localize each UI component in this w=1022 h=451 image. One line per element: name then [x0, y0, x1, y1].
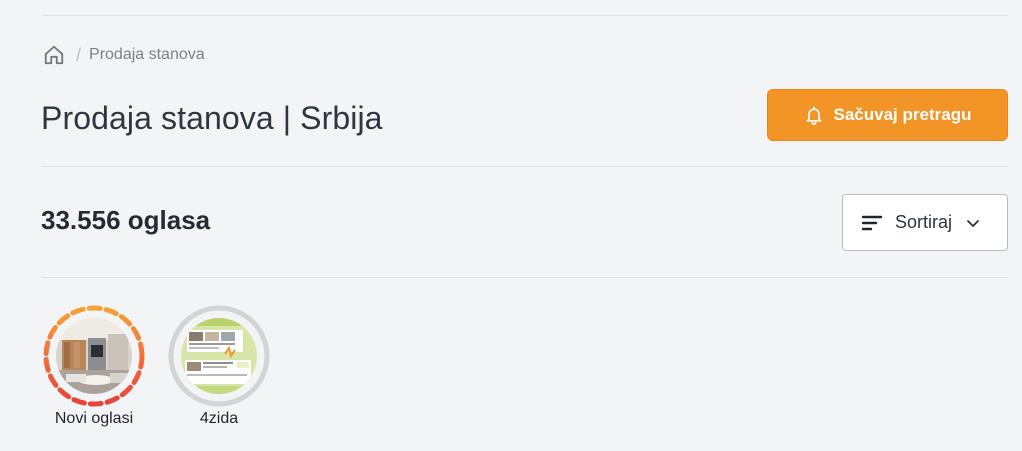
- divider-top: [42, 15, 1008, 16]
- breadcrumb: / Prodaja stanova: [42, 43, 205, 67]
- breadcrumb-separator: /: [76, 44, 82, 65]
- story-4zida[interactable]: 4zida: [167, 304, 271, 428]
- sort-lines-icon: [861, 214, 883, 232]
- page: / Prodaja stanova Prodaja stanova | Srbi…: [0, 0, 1022, 451]
- breadcrumb-current: Prodaja stanova: [89, 46, 205, 63]
- save-search-button[interactable]: Sačuvaj pretragu: [767, 89, 1008, 141]
- chevron-down-icon: [966, 218, 980, 228]
- story-label: Novi oglasi: [54, 410, 134, 427]
- story-novi-oglasi[interactable]: Novi oglasi: [42, 304, 146, 428]
- bell-icon: [804, 104, 824, 126]
- divider-bottom: [42, 277, 1008, 278]
- results-count: 33.556 oglasa: [41, 205, 211, 235]
- story-ring: [167, 304, 271, 408]
- page-title: Prodaja stanova | Srbija: [41, 100, 383, 136]
- sort-label: Sortiraj: [895, 212, 953, 232]
- home-icon[interactable]: [42, 43, 66, 67]
- divider-middle: [42, 166, 1008, 167]
- save-search-label: Sačuvaj pretragu: [833, 105, 972, 124]
- story-thumbnail-ad: [181, 318, 257, 394]
- sort-button[interactable]: Sortiraj: [842, 194, 1008, 251]
- story-thumbnail-interior: [56, 318, 132, 394]
- story-ring: [42, 304, 146, 408]
- story-label: 4zida: [199, 410, 239, 427]
